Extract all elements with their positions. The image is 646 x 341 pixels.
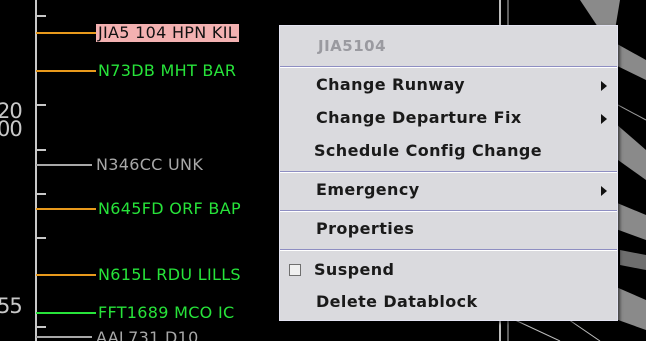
flight-datablock[interactable]: AAL731 D10 <box>96 329 199 341</box>
menu-item-label: Properties <box>316 219 415 238</box>
menu-item-properties[interactable]: Properties <box>280 215 617 243</box>
flight-datablock[interactable]: N73DB MHT BAR <box>98 62 236 80</box>
menu-item-label: Schedule Config Change <box>314 141 543 160</box>
menu-item-label: Suspend <box>314 260 395 279</box>
menu-item-label: Change Departure Fix <box>316 108 522 127</box>
flight-datablock[interactable]: N645FD ORF BAP <box>98 200 241 218</box>
menu-item-label: Emergency <box>316 180 420 199</box>
flight-datablock-selected[interactable]: JIA5 104 HPN KIL <box>96 24 239 42</box>
menu-separator <box>280 249 617 251</box>
submenu-arrow-icon <box>601 114 607 124</box>
menu-separator <box>280 210 617 212</box>
menu-item-suspend[interactable]: Suspend <box>280 256 617 284</box>
submenu-arrow-icon <box>601 81 607 91</box>
menu-item-change-departure-fix[interactable]: Change Departure Fix <box>280 104 617 132</box>
menu-separator <box>280 171 617 173</box>
menu-separator <box>280 66 617 68</box>
menu-header: JIA5104 <box>318 37 387 55</box>
submenu-arrow-icon <box>601 186 607 196</box>
menu-item-label: Change Runway <box>316 75 466 94</box>
menu-item-schedule-config-change[interactable]: Schedule Config Change <box>280 137 617 165</box>
context-menu: JIA5104 Change Runway Change Departure F… <box>279 25 618 321</box>
timeline-label: 00 <box>0 117 23 141</box>
menu-item-label: Delete Datablock <box>316 292 478 311</box>
timeline-label: 55 <box>0 294 23 318</box>
menu-item-emergency[interactable]: Emergency <box>280 176 617 204</box>
flight-datablock[interactable]: N615L RDU LILLS <box>98 266 241 284</box>
flight-datablock[interactable]: N346CC UNK <box>96 156 203 174</box>
menu-item-change-runway[interactable]: Change Runway <box>280 71 617 99</box>
suspend-checkbox[interactable] <box>289 264 301 276</box>
flight-datablock[interactable]: FFT1689 MCO IC <box>98 304 234 322</box>
menu-item-delete-datablock[interactable]: Delete Datablock <box>280 288 617 316</box>
